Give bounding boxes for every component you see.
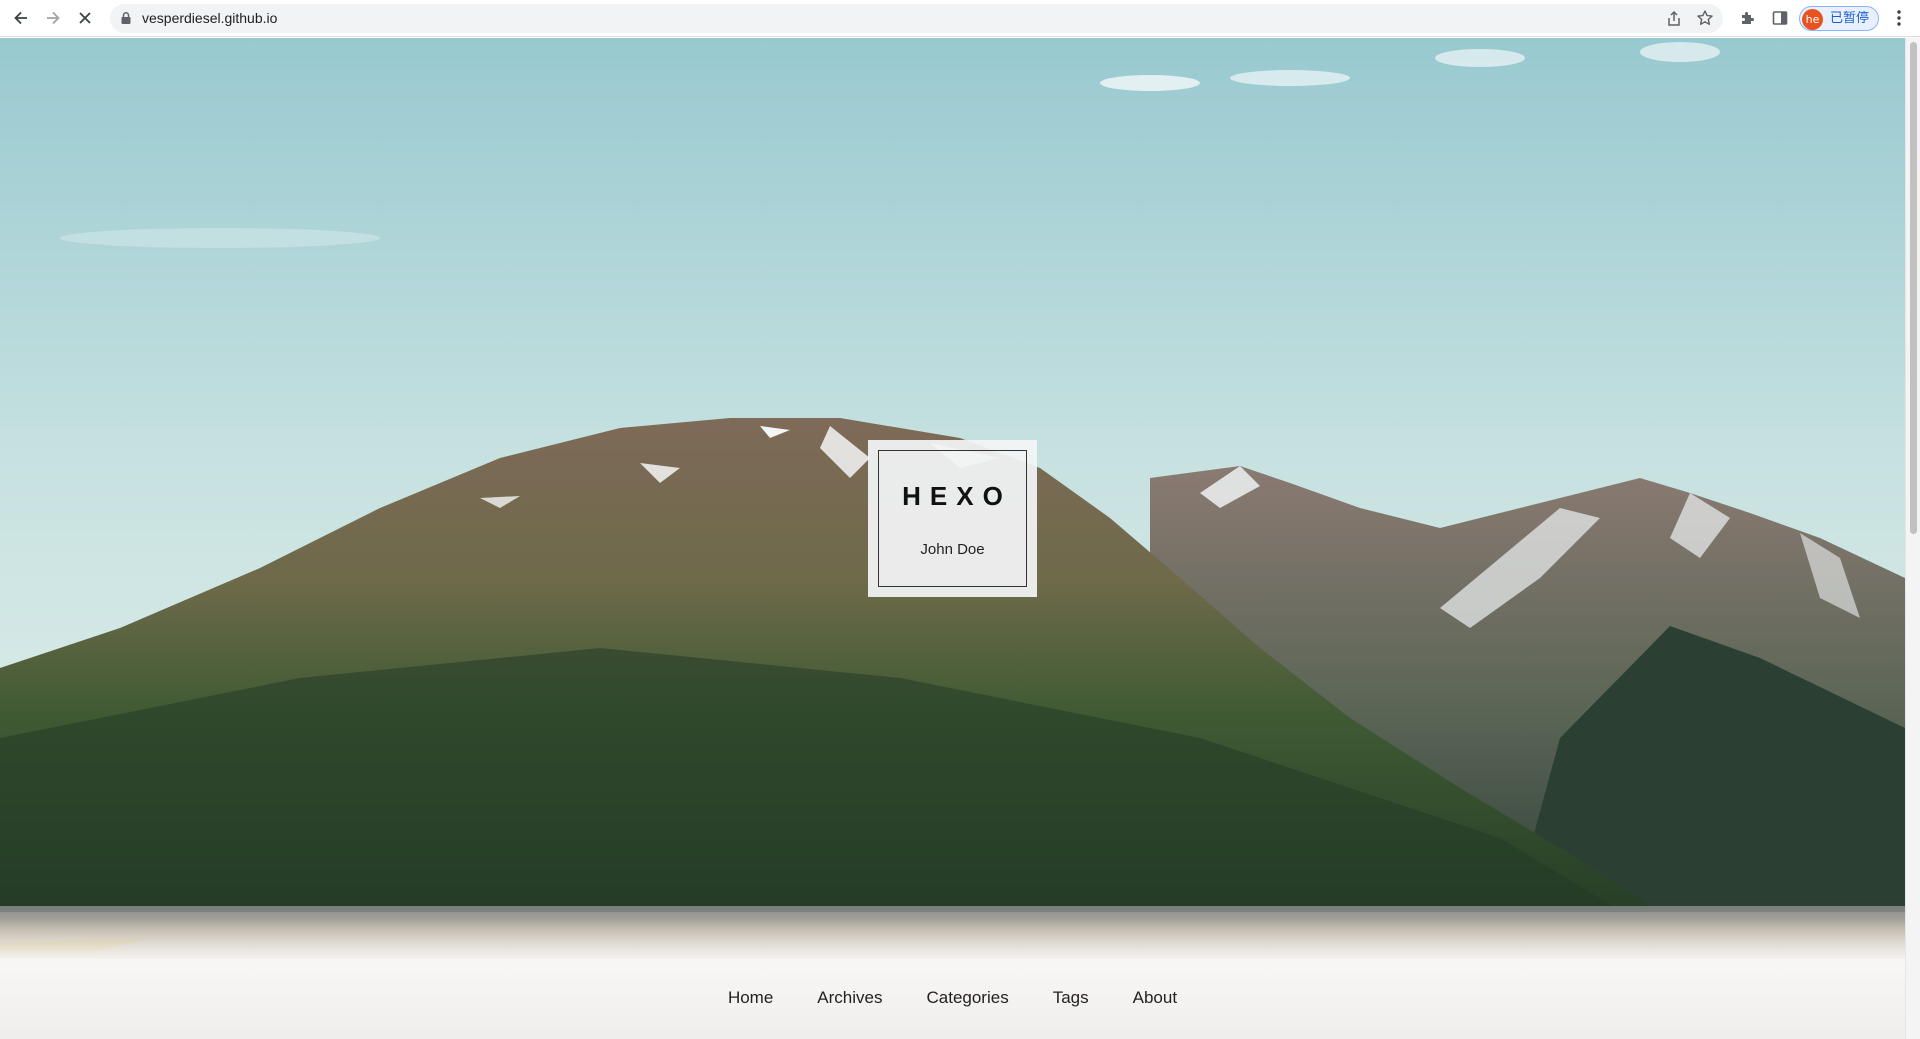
nav-link-tags[interactable]: Tags [1031,988,1111,1008]
arrow-right-icon[interactable] [41,6,65,30]
site-subtitle: John Doe [920,541,985,558]
site-logo-frame: HEXO John Doe [878,450,1027,587]
star-icon[interactable] [1696,9,1714,32]
vertical-scrollbar[interactable] [1905,38,1920,1039]
nav-link-categories[interactable]: Categories [904,988,1030,1008]
nav-link-about[interactable]: About [1111,988,1199,1008]
site-logo-box[interactable]: HEXO John Doe [868,440,1037,597]
url-text[interactable]: vesperdiesel.github.io [142,10,277,27]
lock-icon[interactable] [120,11,132,30]
nav-item-archives: Archives [795,988,904,1008]
address-bar[interactable]: vesperdiesel.github.io [110,4,1723,33]
nav-item-categories: Categories [904,988,1030,1008]
puzzle-icon[interactable] [1736,6,1760,30]
avatar: he [1802,9,1823,30]
site-title[interactable]: HEXO [879,481,1026,512]
nav-item-tags: Tags [1031,988,1111,1008]
side-panel-icon[interactable] [1768,6,1792,30]
main-navigation: Home Archives Categories Tags About [0,959,1905,1039]
close-icon[interactable] [73,6,97,30]
nav-item-home: Home [706,988,795,1008]
nav-link-home[interactable]: Home [706,988,795,1008]
scrollbar-thumb[interactable] [1910,42,1917,534]
nav-item-about: About [1111,988,1199,1008]
arrow-left-icon[interactable] [9,6,33,30]
more-vertical-icon[interactable] [1887,6,1911,30]
browser-toolbar: vesperdiesel.github.io he 已暂停 [0,0,1920,37]
nav-link-archives[interactable]: Archives [795,988,904,1008]
hero-banner-image: HEXO John Doe [0,38,1905,959]
nav-list: Home Archives Categories Tags About [0,988,1905,1008]
profile-status: 已暂停 [1830,11,1870,26]
share-icon[interactable] [1666,10,1682,32]
profile-button[interactable]: he 已暂停 [1799,6,1879,31]
page-viewport: HEXO John Doe Home Archives Categories T… [0,38,1905,1039]
